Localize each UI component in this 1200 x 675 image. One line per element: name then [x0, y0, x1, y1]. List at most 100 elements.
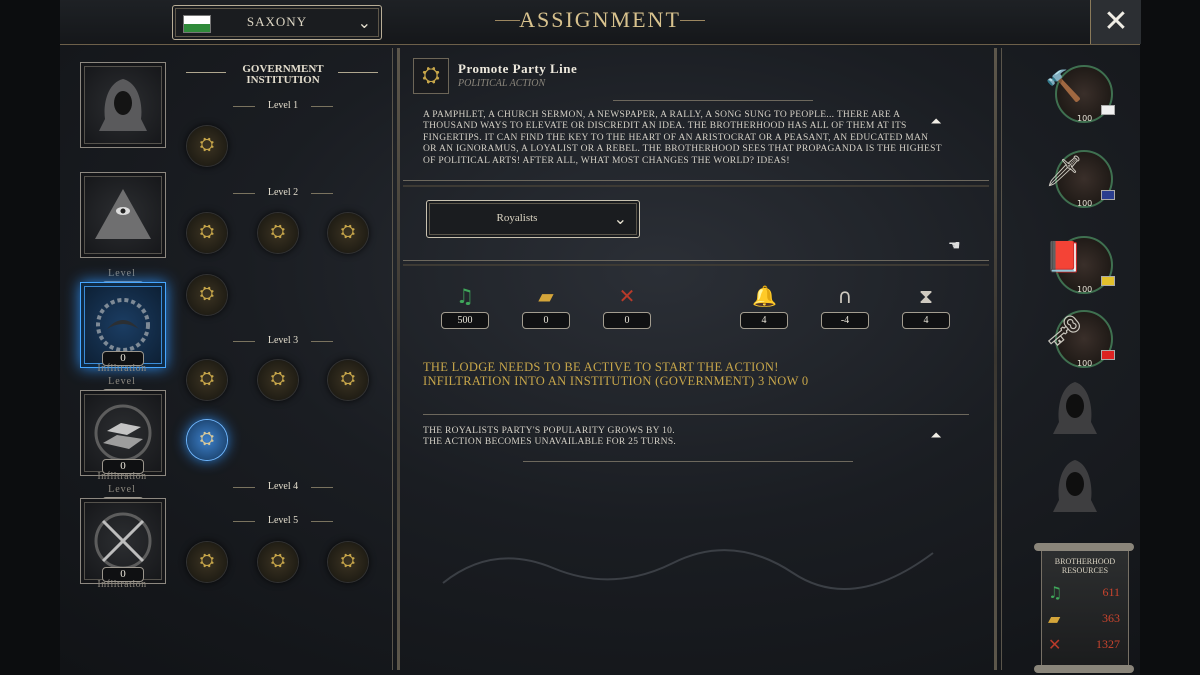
level-header-1: Level 1	[233, 100, 333, 111]
compass-square-icon: ⛭	[199, 428, 215, 449]
hourglass-icon: ⧗	[918, 284, 934, 308]
cost-lyre: ♫ 500	[441, 284, 489, 329]
divider	[403, 180, 989, 181]
decorative-flourish	[442, 549, 934, 590]
empty-agent-slot[interactable]	[1045, 378, 1105, 438]
cost-arch: ∩ -4	[821, 284, 869, 329]
level-header-5: Level 5	[233, 515, 333, 526]
skill-node[interactable]: ⛭	[187, 360, 227, 400]
agent-card[interactable]: 🗡 100	[1045, 150, 1115, 215]
empty-agent-slot[interactable]	[1045, 456, 1105, 516]
title-ornament-right	[680, 20, 705, 21]
level-label: Level	[108, 376, 136, 387]
agent-card[interactable]: 📕 100	[1045, 236, 1115, 301]
skill-node-selected[interactable]: ⛭	[187, 420, 227, 460]
compass-square-icon: ⛭	[199, 550, 215, 571]
action-subtitle: Political action	[458, 78, 546, 89]
infiltration-label: Infiltration	[97, 363, 147, 374]
agent-card[interactable]: 🔨 100	[1045, 65, 1115, 130]
key-icon: 🗝	[1045, 314, 1084, 349]
effect-line-2: The action becomes unavailable for 25 tu…	[423, 437, 677, 447]
ornament-arrow-right	[338, 72, 378, 73]
agent-count: 100	[1077, 359, 1093, 368]
gold-icon: ▰	[538, 284, 554, 308]
brotherhood-title: Brotherhood resources	[1054, 557, 1116, 575]
divider	[423, 414, 969, 415]
government-wreath-icon	[96, 298, 150, 352]
gold-icon: ▰	[1048, 609, 1061, 628]
pointer-hand-icon: ☚	[948, 238, 961, 254]
level-header-3: Level 3	[233, 335, 333, 346]
lyre-icon: ♫	[1048, 583, 1063, 602]
tree-title: Government Institution	[233, 64, 333, 86]
compass-square-icon: ⛭	[199, 134, 215, 155]
divider	[403, 264, 989, 266]
cost-value: 4	[902, 312, 950, 329]
skill-node[interactable]: ⛭	[187, 213, 227, 253]
swords-icon: ✕	[618, 284, 636, 308]
collapse-up-icon[interactable]: ⏶	[925, 114, 947, 132]
skill-node[interactable]: ⛭	[187, 275, 227, 315]
action-panel: ⛭ Promote Party Line Political action A …	[392, 48, 1002, 670]
letterbox-left	[0, 0, 60, 675]
collapse-up-icon[interactable]: ⏶	[925, 428, 947, 446]
divider	[403, 185, 989, 187]
hood-icon	[99, 79, 147, 131]
lyre-icon: ♫	[456, 284, 474, 308]
skill-node[interactable]: ⛭	[258, 213, 298, 253]
compass-square-icon: ⛭	[340, 368, 356, 389]
sword-icon: 🗡	[1045, 154, 1084, 189]
chevron-down-icon: ⌄	[357, 15, 371, 32]
compass-square-icon: ⛭	[270, 221, 286, 242]
level-header-2: Level 2	[233, 187, 333, 198]
panel-border-right	[994, 48, 997, 670]
action-effects: The Royalists party's popularity grows b…	[423, 426, 676, 448]
party-selector[interactable]: Royalists ⌄	[426, 200, 640, 238]
effect-line-1: The Royalists party's popularity grows b…	[423, 426, 675, 436]
chevron-down-icon: ⌄	[613, 211, 627, 228]
hammer-icon: 🔨	[1045, 69, 1083, 104]
hooded-figure-slot[interactable]	[80, 62, 166, 148]
close-button[interactable]: ✕	[1090, 0, 1141, 44]
cost-value: 0	[522, 312, 570, 329]
cost-value: 500	[441, 312, 489, 329]
institution-list: Level 40 0 Infiltration Level 50 0 Infil…	[72, 50, 172, 670]
brotherhood-resources-panel: Brotherhood resources ♫ 611 ▰ 363 ✕ 1327	[1033, 540, 1135, 673]
compass-square-icon: ⛭	[270, 368, 286, 389]
infiltration-label: Infiltration	[97, 471, 147, 482]
compass-square-icon: ⛭	[340, 221, 356, 242]
page-title: Assignment	[519, 7, 681, 32]
skill-node[interactable]: ⛭	[258, 360, 298, 400]
level-label: Level	[108, 268, 136, 279]
compass-square-icon: ⛭	[199, 221, 215, 242]
cost-swords: ✕ 0	[603, 284, 651, 329]
agent-card[interactable]: 🗝 100	[1045, 310, 1115, 375]
resource-row: ♫ 611	[1048, 583, 1124, 603]
skill-node[interactable]: ⛭	[328, 213, 368, 253]
cost-gold: ▰ 0	[522, 284, 570, 329]
cost-value: 0	[603, 312, 651, 329]
ornament-arrow-left	[186, 72, 226, 73]
country-name: Saxony	[246, 14, 308, 29]
ornament-divider	[613, 100, 813, 101]
party-name: Royalists	[496, 212, 538, 224]
country-selector[interactable]: Saxony ⌄	[172, 5, 382, 40]
arch-icon: ∩	[837, 284, 853, 308]
agent-list: 🔨 100 🗡 100 📕 100 🗝 100	[1035, 60, 1125, 540]
resource-value: 611	[1102, 585, 1120, 599]
pyramid-eye-icon	[95, 189, 151, 239]
skill-node[interactable]: ⛭	[258, 542, 298, 582]
skill-node[interactable]: ⛭	[328, 542, 368, 582]
agent-count: 100	[1077, 285, 1093, 294]
agent-count: 100	[1077, 114, 1093, 123]
skill-node[interactable]: ⛭	[187, 126, 227, 166]
resource-row: ▰ 363	[1048, 609, 1124, 629]
cost-value: 4	[740, 312, 788, 329]
infiltration-label: Infiltration	[97, 579, 147, 590]
skill-node[interactable]: ⛭	[328, 360, 368, 400]
compass-square-icon: ⛭	[199, 368, 215, 389]
cost-hourglass: ⧗ 4	[902, 284, 950, 329]
skill-node[interactable]: ⛭	[187, 542, 227, 582]
pyramid-slot[interactable]	[80, 172, 166, 258]
divider	[403, 260, 989, 261]
